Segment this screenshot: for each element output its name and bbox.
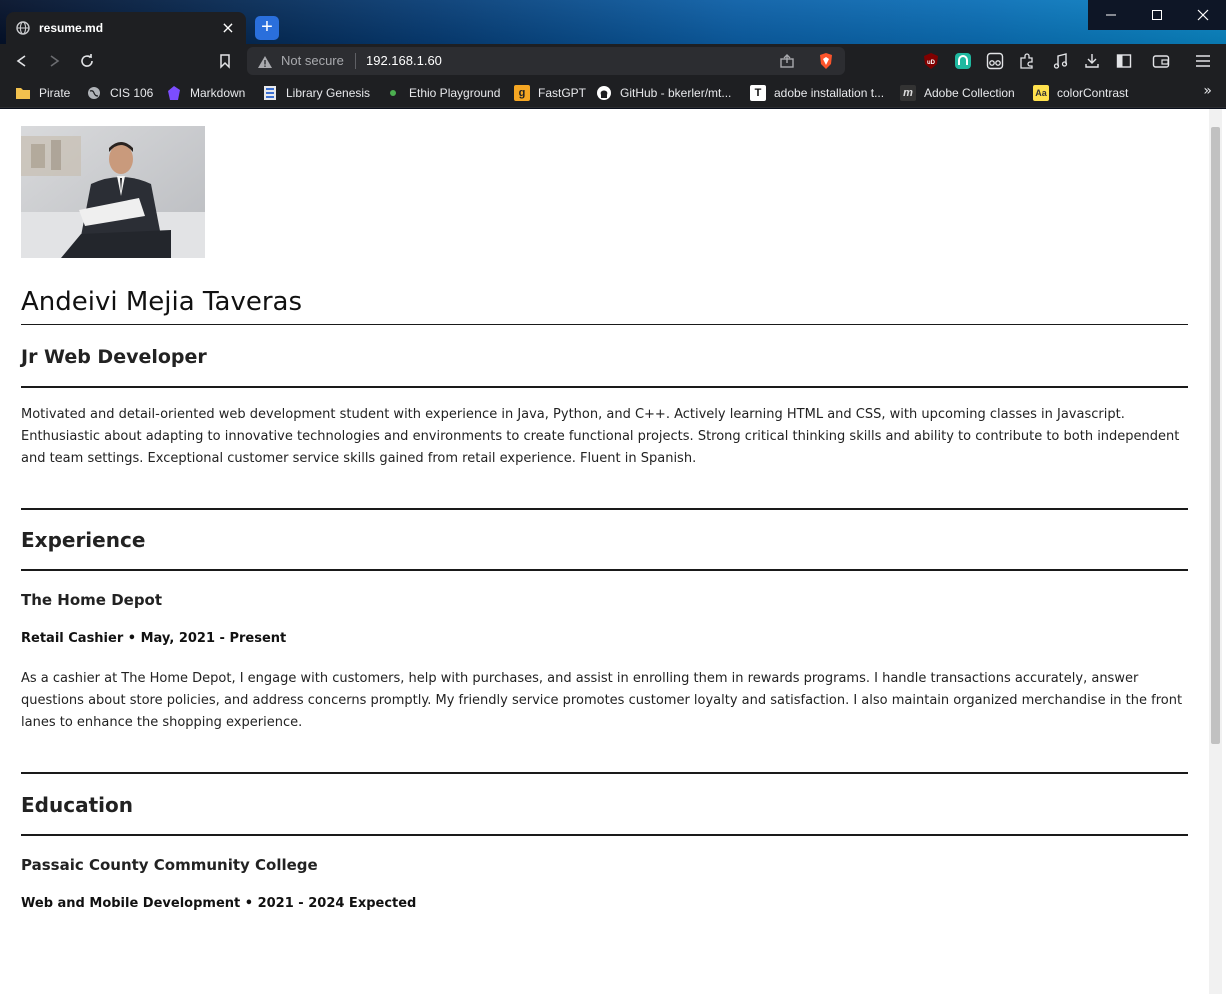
bookmark-item-cis106[interactable]: CIS 106 bbox=[86, 83, 153, 103]
scrollbar-thumb[interactable] bbox=[1211, 127, 1220, 744]
bookmark-label: colorContrast bbox=[1057, 86, 1129, 100]
dot-icon bbox=[385, 85, 401, 101]
maximize-icon[interactable] bbox=[1134, 0, 1180, 30]
brave-shield-icon[interactable] bbox=[818, 52, 834, 74]
browser-toolbar: Not secure 192.168.1.60 uD bbox=[0, 44, 1226, 78]
bookmark-item-colorcontrast[interactable]: Aa colorContrast bbox=[1033, 83, 1128, 103]
bookmark-label: Library Genesis bbox=[286, 86, 371, 100]
security-label[interactable]: Not secure bbox=[281, 53, 344, 68]
aa-icon: Aa bbox=[1033, 85, 1049, 101]
divider bbox=[21, 569, 1188, 571]
divider bbox=[21, 386, 1188, 388]
folder-icon bbox=[15, 85, 31, 101]
resume-document: Andeivi Mejia Taveras Jr Web Developer M… bbox=[21, 126, 1188, 914]
bookmark-label: Adobe Collection bbox=[924, 86, 1015, 100]
svg-text:uD: uD bbox=[927, 60, 936, 66]
minimize-icon[interactable] bbox=[1088, 0, 1134, 30]
download-icon[interactable] bbox=[1082, 51, 1102, 71]
share-icon[interactable] bbox=[779, 53, 795, 73]
new-tab-button[interactable]: + bbox=[255, 16, 279, 40]
bookmark-item-ethio-playground[interactable]: Ethio Playground bbox=[385, 83, 500, 103]
github-icon bbox=[596, 85, 612, 101]
obsidian-icon bbox=[166, 85, 182, 101]
bookmark-item-library-genesis[interactable]: Library Genesis bbox=[262, 83, 370, 103]
divider bbox=[21, 508, 1188, 510]
bookmark-item-adobe-collection[interactable]: m Adobe Collection bbox=[900, 83, 1015, 103]
close-icon[interactable] bbox=[1180, 0, 1226, 30]
divider bbox=[21, 834, 1188, 836]
bookmark-label: adobe installation t... bbox=[774, 86, 885, 100]
t-icon: T bbox=[750, 85, 766, 101]
window-controls bbox=[1088, 0, 1226, 30]
extension-glasses-icon[interactable] bbox=[985, 51, 1005, 71]
ublock-icon[interactable]: uD bbox=[921, 51, 941, 71]
bookmark-label: FastGPT bbox=[538, 86, 587, 100]
media-music-icon[interactable] bbox=[1050, 51, 1070, 71]
experience-description: As a cashier at The Home Depot, I engage… bbox=[21, 671, 1183, 730]
reload-icon[interactable] bbox=[77, 51, 97, 71]
bookmark-item-github[interactable]: GitHub - bkerler/mt... bbox=[596, 83, 731, 103]
wallet-icon[interactable] bbox=[1151, 51, 1171, 71]
vertical-scrollbar[interactable] bbox=[1209, 109, 1222, 994]
education-heading: Education bbox=[21, 793, 133, 817]
address-separator bbox=[355, 53, 356, 69]
back-icon[interactable] bbox=[12, 51, 32, 71]
extensions-puzzle-icon[interactable] bbox=[1017, 51, 1037, 71]
bookmark-label: Pirate bbox=[39, 86, 71, 100]
experience-position: Retail Cashier • May, 2021 - Present bbox=[21, 631, 287, 646]
bookmark-item-markdown[interactable]: Markdown bbox=[166, 83, 245, 103]
divider bbox=[21, 324, 1188, 325]
experience-heading: Experience bbox=[21, 528, 146, 552]
extension-teal-icon[interactable] bbox=[953, 51, 973, 71]
bookmark-label: Ethio Playground bbox=[409, 86, 501, 100]
browser-tab-active[interactable]: resume.md × bbox=[6, 12, 246, 44]
tab-title: resume.md bbox=[39, 21, 104, 35]
bookmark-icon[interactable] bbox=[215, 51, 235, 71]
education-school: Passaic County Community College bbox=[21, 856, 318, 874]
tab-close-icon[interactable]: × bbox=[220, 20, 236, 36]
m-icon: m bbox=[900, 85, 916, 101]
bookmark-item-fastgpt[interactable]: g FastGPT bbox=[514, 83, 586, 103]
divider bbox=[21, 772, 1188, 774]
resume-name: Andeivi Mejia Taveras bbox=[21, 287, 302, 317]
fastgpt-icon: g bbox=[514, 85, 530, 101]
address-bar[interactable]: Not secure 192.168.1.60 bbox=[247, 47, 845, 75]
bookmark-label: GitHub - bkerler/mt... bbox=[620, 86, 732, 100]
experience-organization: The Home Depot bbox=[21, 591, 163, 609]
page-viewport: Andeivi Mejia Taveras Jr Web Developer M… bbox=[0, 109, 1226, 994]
bookmark-label: CIS 106 bbox=[110, 86, 154, 100]
summary-paragraph: Motivated and detail-oriented web develo… bbox=[21, 407, 1180, 466]
forward-icon[interactable] bbox=[44, 51, 64, 71]
library-icon bbox=[262, 85, 278, 101]
profile-photo bbox=[21, 126, 205, 258]
menu-icon[interactable] bbox=[1193, 51, 1213, 71]
globe-icon bbox=[16, 21, 30, 35]
bookmarks-bar: Pirate CIS 106 Markdown Library Genesis … bbox=[0, 78, 1226, 108]
bookmark-item-adobe-installation[interactable]: T adobe installation t... bbox=[750, 83, 884, 103]
globe-icon bbox=[86, 85, 102, 101]
education-program: Web and Mobile Development • 2021 - 2024… bbox=[21, 896, 417, 911]
url-text[interactable]: 192.168.1.60 bbox=[366, 53, 442, 68]
bookmark-item-pirate[interactable]: Pirate bbox=[15, 83, 70, 103]
sidebar-toggle-icon[interactable] bbox=[1114, 51, 1134, 71]
bookmark-label: Markdown bbox=[190, 86, 246, 100]
warning-icon bbox=[257, 54, 273, 73]
bookmarks-overflow-icon[interactable]: » bbox=[1203, 83, 1212, 99]
resume-role: Jr Web Developer bbox=[21, 346, 207, 368]
